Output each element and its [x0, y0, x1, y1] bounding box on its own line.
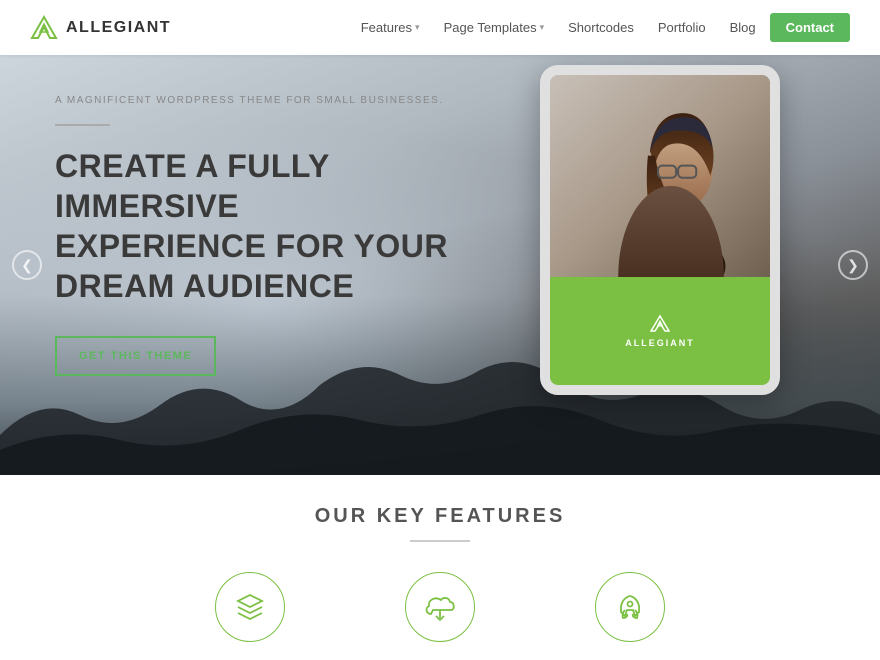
tablet-logo-icon: [650, 314, 670, 334]
hero-subtitle: A MAGNIFICENT WORDPRESS THEME FOR SMALL …: [55, 95, 455, 106]
features-title: OUR KEY FEATURES: [315, 505, 566, 528]
hero-divider: [55, 124, 110, 126]
nav-links: Features ▾ Page Templates ▾ Shortcodes P…: [351, 13, 850, 42]
logo[interactable]: ALLEGIANT: [30, 14, 171, 42]
chevron-down-icon: ▾: [415, 22, 420, 33]
chevron-down-icon: ▾: [540, 22, 545, 33]
tablet-camera: [657, 68, 663, 74]
tablet-screen: ALLEGIANT: [550, 75, 770, 385]
features-icons: [215, 572, 665, 642]
features-divider: [410, 540, 470, 542]
tablet-logo-text: ALLEGIANT: [625, 338, 695, 348]
hero-section: ❮ A MAGNIFICENT WORDPRESS THEME FOR SMAL…: [0, 55, 880, 475]
woman-silhouette: [550, 75, 770, 277]
rocket-icon: [615, 592, 645, 622]
nav-shortcodes[interactable]: Shortcodes: [558, 14, 644, 41]
nav-portfolio[interactable]: Portfolio: [648, 14, 716, 41]
feature-cloud: [405, 572, 475, 642]
feature-layers: [215, 572, 285, 642]
hero-prev-button[interactable]: ❮: [12, 250, 42, 280]
tablet-green-bar: ALLEGIANT: [550, 277, 770, 386]
nav-blog[interactable]: Blog: [720, 14, 766, 41]
features-section: OUR KEY FEATURES: [0, 475, 880, 660]
nav-contact-button[interactable]: Contact: [770, 13, 850, 42]
tablet-mockup: ALLEGIANT: [540, 65, 780, 395]
logo-text: ALLEGIANT: [66, 19, 171, 37]
navbar: ALLEGIANT Features ▾ Page Templates ▾ Sh…: [0, 0, 880, 55]
nav-features[interactable]: Features ▾: [351, 14, 430, 41]
layers-icon: [235, 592, 265, 622]
cloud-icon: [423, 592, 457, 622]
feature-rocket: [595, 572, 665, 642]
logo-icon: [30, 14, 58, 42]
tablet-outer: ALLEGIANT: [540, 65, 780, 395]
nav-page-templates[interactable]: Page Templates ▾: [434, 14, 555, 41]
hero-content: A MAGNIFICENT WORDPRESS THEME FOR SMALL …: [55, 95, 455, 376]
tablet-photo: [550, 75, 770, 277]
hero-title: CREATE A FULLY IMMERSIVE EXPERIENCE FOR …: [55, 146, 455, 306]
hero-next-button[interactable]: ❯: [838, 250, 868, 280]
get-theme-button[interactable]: GET THIS THEME: [55, 336, 216, 376]
